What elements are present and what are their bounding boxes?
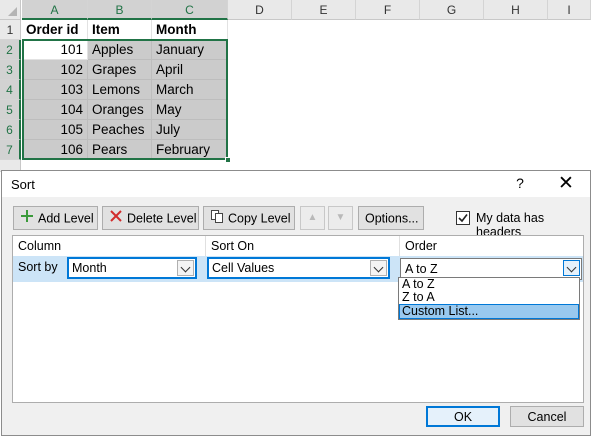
chevron-down-icon: [180, 262, 191, 273]
column-header-d[interactable]: D: [228, 0, 292, 20]
row-header-2[interactable]: 2: [0, 40, 21, 60]
spreadsheet: A B C D E F G H I 1 2 3 4 5 6 7 Order id…: [0, 0, 591, 172]
fill-handle[interactable]: [225, 157, 231, 163]
row-header-3[interactable]: 3: [0, 60, 21, 80]
options-button[interactable]: Options...: [358, 206, 424, 230]
cell-order-id[interactable]: 103: [22, 80, 88, 100]
move-down-icon: ▼: [335, 212, 346, 223]
column-header-i[interactable]: I: [548, 0, 591, 20]
column-header-e[interactable]: E: [292, 0, 356, 20]
dialog-title: Sort: [11, 177, 35, 192]
column-select[interactable]: Month: [67, 257, 197, 279]
cell-header-month[interactable]: Month: [152, 20, 228, 40]
column-header-f[interactable]: F: [356, 0, 420, 20]
cell-order-id[interactable]: 102: [22, 60, 88, 80]
move-up-icon: ▲: [307, 212, 318, 223]
help-button[interactable]: ?: [512, 175, 528, 191]
order-dropdown-list: A to Z Z to A Custom List...: [398, 277, 580, 320]
column-header: Column: [13, 236, 206, 256]
cell-order-id[interactable]: 104: [22, 100, 88, 120]
row-header-7[interactable]: 7: [0, 140, 21, 160]
cell-month[interactable]: March: [152, 80, 228, 100]
add-icon: [20, 208, 34, 230]
cell-item[interactable]: Apples: [88, 40, 152, 60]
cell-month[interactable]: April: [152, 60, 228, 80]
ok-button[interactable]: OK: [426, 406, 500, 427]
copy-icon: [210, 208, 224, 230]
cell-item[interactable]: Lemons: [88, 80, 152, 100]
row-header-4[interactable]: 4: [0, 80, 21, 100]
copy-level-button[interactable]: Copy Level: [203, 206, 295, 230]
cell-item[interactable]: Oranges: [88, 100, 152, 120]
sort-on-select-value: Cell Values: [212, 261, 275, 275]
cell-order-id[interactable]: 105: [22, 120, 88, 140]
cell-header-order-id[interactable]: Order id: [22, 20, 88, 40]
add-level-label: Add Level: [38, 211, 94, 226]
cell-item[interactable]: Pears: [88, 140, 152, 160]
options-label: Options...: [365, 211, 419, 226]
cell-item[interactable]: Peaches: [88, 120, 152, 140]
cancel-button[interactable]: Cancel: [510, 406, 584, 427]
cell-header-item[interactable]: Item: [88, 20, 152, 40]
dialog-titlebar[interactable]: Sort ? ✕: [2, 171, 590, 197]
row-header-6[interactable]: 6: [0, 120, 21, 140]
close-button[interactable]: ✕: [556, 172, 576, 195]
column-header-a[interactable]: A: [22, 0, 88, 20]
move-up-button[interactable]: ▲: [300, 206, 325, 230]
copy-level-label: Copy Level: [228, 211, 291, 226]
checkmark-icon: [458, 214, 468, 223]
order-select-value: A to Z: [405, 262, 438, 276]
cell-item[interactable]: Grapes: [88, 60, 152, 80]
sort-on-select-dropdown-button[interactable]: [370, 260, 387, 276]
chevron-down-icon: [566, 262, 577, 273]
delete-icon: [109, 208, 123, 230]
cell-month[interactable]: May: [152, 100, 228, 120]
delete-level-button[interactable]: Delete Level: [102, 206, 199, 230]
order-option-custom-list[interactable]: Custom List...: [399, 304, 579, 319]
chevron-down-icon: [373, 262, 384, 273]
order-option-z-to-a[interactable]: Z to A: [399, 291, 579, 304]
row-header-1[interactable]: 1: [0, 20, 21, 40]
add-level-button[interactable]: Add Level: [13, 206, 98, 230]
column-header-b[interactable]: B: [88, 0, 152, 20]
sort-by-label: Sort by: [18, 260, 58, 274]
cell-month[interactable]: February: [152, 140, 228, 160]
sort-on-select[interactable]: Cell Values: [207, 257, 390, 279]
order-select-dropdown-button[interactable]: [563, 260, 580, 276]
select-all-triangle-icon: [8, 7, 17, 16]
column-header-g[interactable]: G: [420, 0, 484, 20]
row-header-5[interactable]: 5: [0, 100, 21, 120]
move-down-button[interactable]: ▼: [328, 206, 353, 230]
order-header: Order: [405, 239, 437, 253]
headers-checkbox[interactable]: [456, 211, 470, 225]
column-select-value: Month: [72, 261, 107, 275]
delete-level-label: Delete Level: [127, 211, 197, 226]
cell-month[interactable]: January: [152, 40, 228, 60]
cell-order-id[interactable]: 106: [22, 140, 88, 160]
column-select-dropdown-button[interactable]: [177, 260, 194, 276]
cell-month[interactable]: July: [152, 120, 228, 140]
column-header-c[interactable]: C: [152, 0, 228, 20]
column-header-h[interactable]: H: [484, 0, 548, 20]
select-all-corner[interactable]: [0, 0, 21, 20]
sort-on-header: Sort On: [206, 236, 400, 256]
cell-order-id[interactable]: 101: [22, 40, 88, 60]
